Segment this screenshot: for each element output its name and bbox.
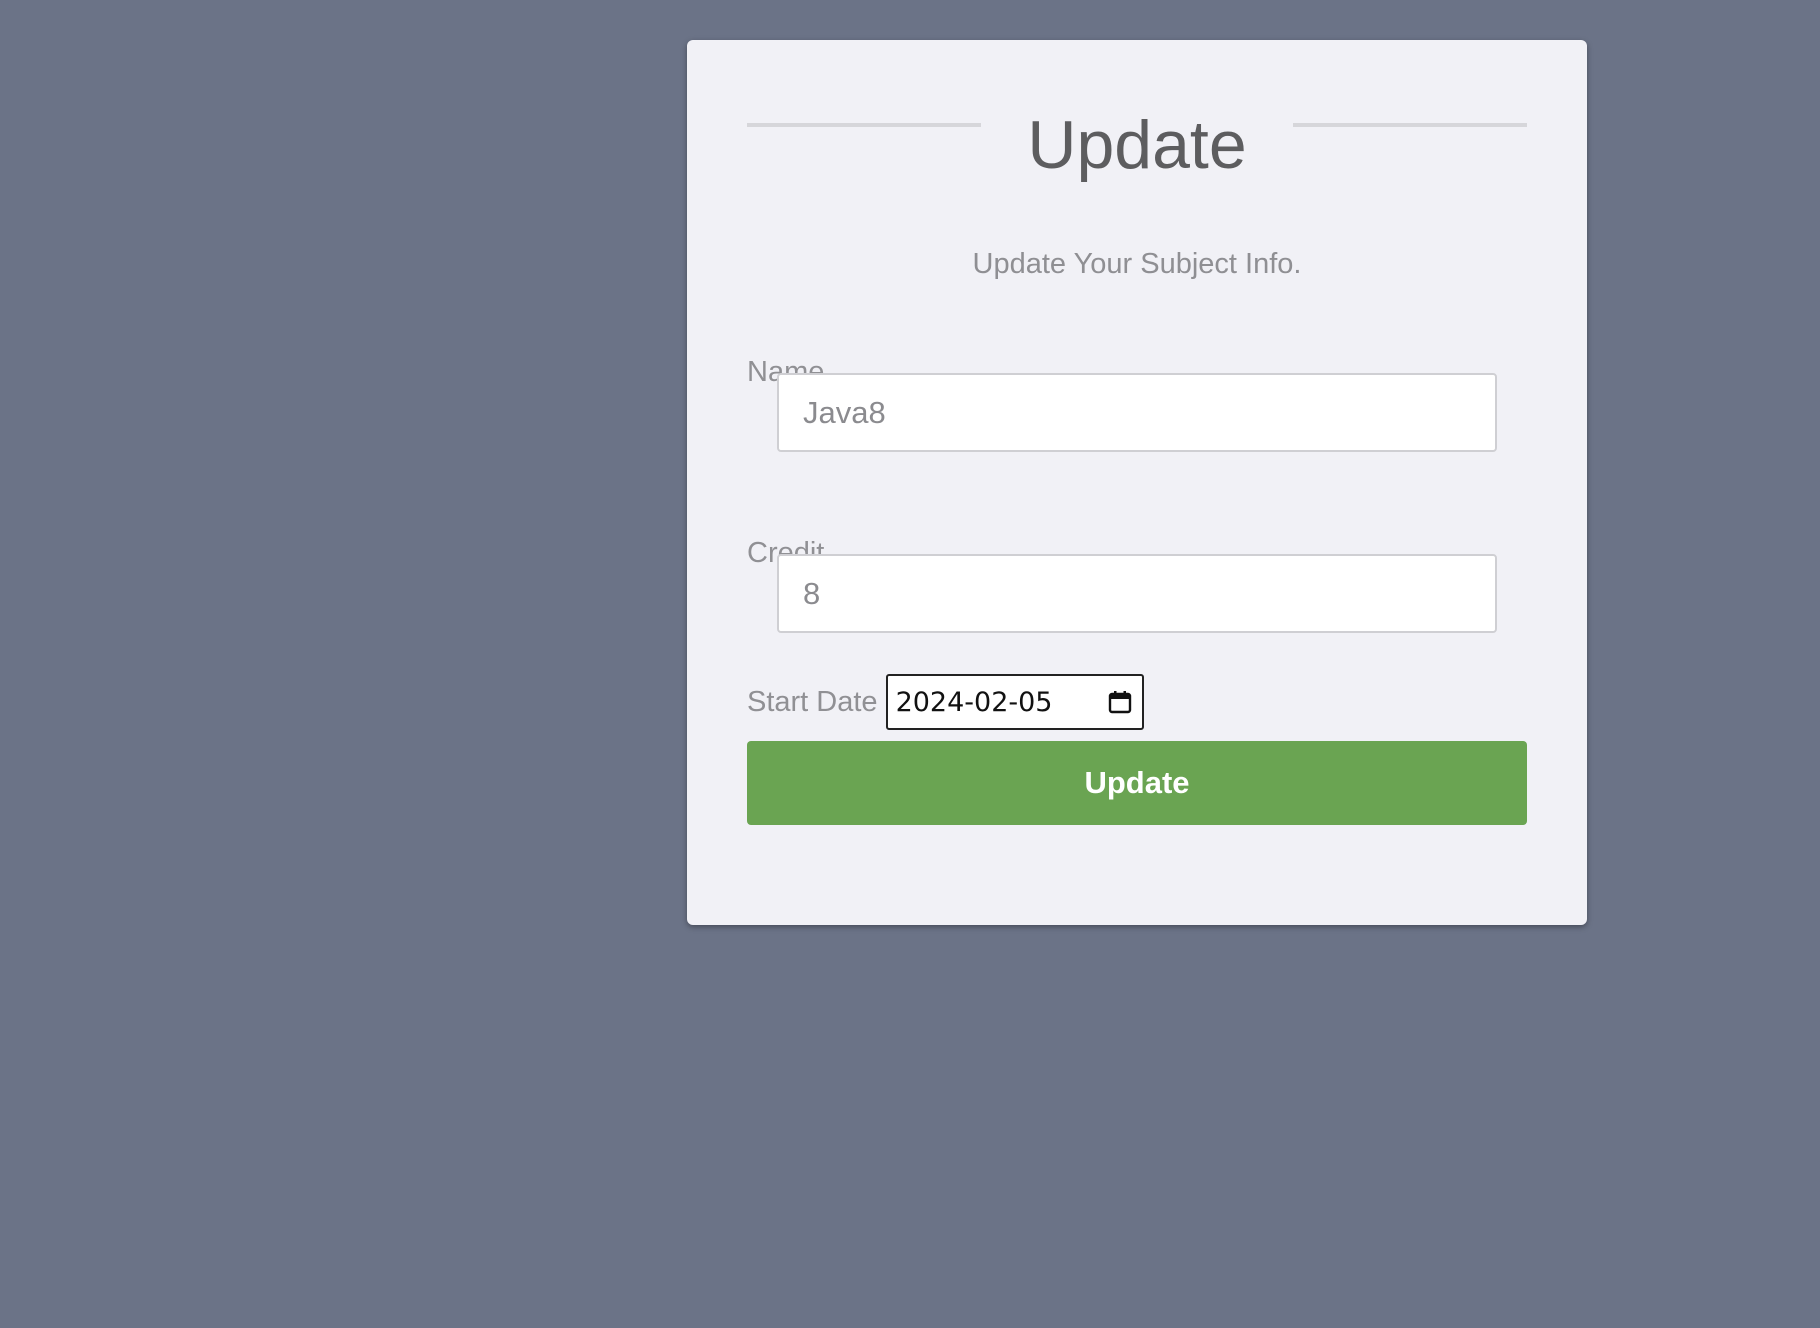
calendar-icon[interactable]: [1106, 688, 1134, 716]
page-title: Update: [1027, 107, 1247, 183]
title-divider-left: [747, 123, 981, 127]
update-button[interactable]: Update: [747, 741, 1527, 825]
start-date-input[interactable]: 2024-02-05: [885, 674, 1144, 730]
page-subtitle: Update Your Subject Info.: [972, 248, 1302, 280]
update-card: Update Update Your Subject Info. Name Cr…: [687, 40, 1587, 925]
credit-input[interactable]: [777, 554, 1497, 633]
start-date-row: Start Date 2024-02-05: [747, 674, 1144, 730]
start-date-label: Start Date: [747, 685, 878, 718]
start-date-value: 2024-02-05: [895, 686, 1053, 718]
title-divider-right: [1293, 123, 1527, 127]
name-input[interactable]: [777, 373, 1497, 452]
